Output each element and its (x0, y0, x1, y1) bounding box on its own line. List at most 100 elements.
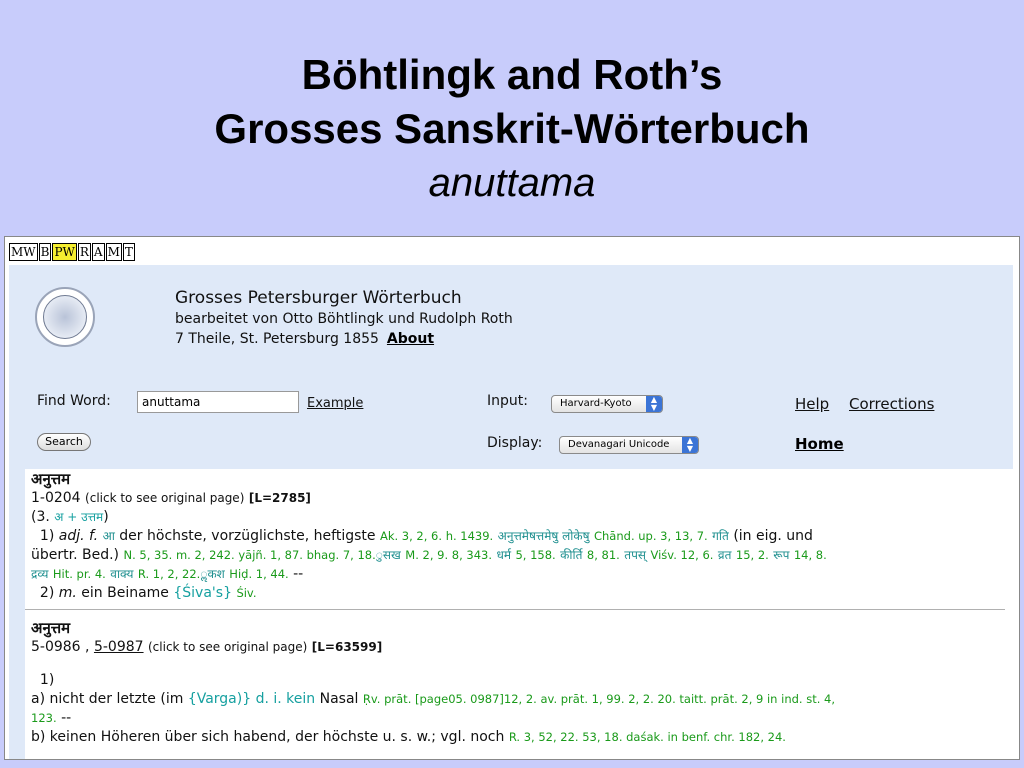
help-link[interactable]: Help (795, 395, 829, 413)
citation: Chānd. up. 3, 13, 7. (593, 529, 708, 543)
comma: , (85, 639, 90, 655)
cross-ref: {Varga)} (187, 691, 252, 707)
deva-text: ुसख (375, 548, 401, 562)
dictionary-tabs: MW B PW R A M T (9, 243, 136, 261)
select-arrows-icon: ▲ ▼ (646, 396, 662, 412)
entry-etymology: (3. अ + उत्तम) (31, 508, 1013, 527)
citation: R. 1, 2, 22. (137, 567, 201, 581)
citation: Ṛv. prāt. [page05. 0987]12, 2. av. prāt.… (362, 692, 836, 706)
input-method-select[interactable]: Harvard-Kyoto ▲ ▼ (551, 395, 663, 413)
seal-inner (43, 295, 87, 339)
definition: der höchste, vorzüglichste, heftigste (119, 528, 376, 544)
dictionary-panel: Grosses Petersburger Wörterbuch bearbeit… (9, 265, 1013, 759)
dict-tab-b[interactable]: B (38, 243, 52, 261)
university-seal-logo (35, 287, 95, 347)
deva-text: आ (102, 529, 115, 543)
slide-title-line3: anuttama (428, 161, 596, 205)
sense-1: 1) (31, 671, 1013, 690)
citation: M. 2, 9. 8, 343. (405, 548, 492, 562)
deva-text: रूप (773, 548, 790, 562)
cross-ref-text: d. i. kein (255, 691, 316, 707)
citation: 8, 81. (586, 548, 620, 562)
original-page-note[interactable]: (click to see original page) (148, 640, 307, 654)
citation: 5, 158. (515, 548, 556, 562)
definition: Nasal (319, 691, 359, 707)
deva-text: ॢकश (200, 567, 225, 581)
find-word-label: Find Word: (37, 393, 111, 409)
citation: Hiḍ. 1, 44. (229, 567, 289, 581)
dash: -- (293, 566, 304, 582)
entry-id-link[interactable]: 5-0987 (94, 639, 144, 655)
entry-id: 1-0204 (31, 490, 81, 506)
deva-text: धर्म (496, 548, 512, 562)
definition: b) keinen Höheren über sich habend, der … (31, 729, 505, 745)
display-select[interactable]: Devanagari Unicode ▲ ▼ (559, 436, 699, 454)
citation: Śiv. (236, 586, 257, 600)
sense-b: b) keinen Höheren über sich habend, der … (31, 728, 1013, 747)
dictionary-title: Grosses Petersburger Wörterbuch (175, 288, 462, 308)
sense-a: a) nicht der letzte (im {Varga)} d. i. k… (31, 690, 1013, 709)
select-arrows-icon: ▲ ▼ (682, 437, 698, 453)
deva-text: अनुत्तमेषत्तमेषु लोकेषु (497, 529, 590, 543)
deva-text: तपस् (624, 548, 647, 562)
search-button[interactable]: Search (37, 433, 91, 451)
dict-tab-m[interactable]: M (105, 243, 122, 261)
slide-title-line1: Böhtlingk and Roth’s (301, 51, 723, 98)
citation: 14, 8. (793, 548, 827, 562)
home-link[interactable]: Home (795, 435, 844, 453)
dictionary-subtitle: bearbeitet von Otto Böhtlingk und Rudolp… (175, 311, 513, 327)
citation: N. 5, 35. m. 2, 242. yājñ. 1, 87. bhag. … (123, 548, 376, 562)
entry-lnum: [L=63599] (311, 640, 383, 654)
cross-ref: {Śiva's} (173, 585, 232, 601)
citation: R. 3, 52, 22. 53, 18. daśak. in benf. ch… (508, 730, 786, 744)
grammar: m. (58, 585, 77, 601)
results-area: अनुत्तम 1-0204 (click to see original pa… (25, 469, 1013, 759)
example-link[interactable]: Example (307, 396, 363, 411)
publication-text: 7 Theile, St. Petersburg 1855 (175, 331, 379, 347)
input-label: Input: (487, 393, 528, 409)
sense-1-line2: übertr. Bed.) N. 5, 35. m. 2, 242. yājñ.… (31, 546, 1013, 565)
dict-tab-r[interactable]: R (77, 243, 91, 261)
dict-tab-pw[interactable]: PW (52, 243, 77, 261)
entry-separator (25, 609, 1005, 610)
entry-2: अनुत्तम 5-0986 , 5-0987 (click to see or… (25, 618, 1013, 747)
etym-close: ) (103, 509, 109, 525)
display-value: Devanagari Unicode (568, 439, 670, 450)
sense-number: 1) (39, 528, 55, 544)
deva-text: गति (712, 529, 729, 543)
deva-text: वाक्य (110, 567, 134, 581)
about-link[interactable]: About (387, 331, 434, 347)
definition: ein Beiname (81, 585, 169, 601)
dict-tab-mw[interactable]: MW (9, 243, 38, 261)
entry-meta: 5-0986 , 5-0987 (click to see original p… (31, 638, 1013, 657)
grammar: adj. f. (58, 528, 99, 544)
dict-tab-a[interactable]: A (91, 243, 105, 261)
deva-text: व्रत (717, 548, 732, 562)
citation: Ak. 3, 2, 6. h. 1439. (379, 529, 494, 543)
sense-1-line3: द्रव्य Hit. pr. 4. वाक्य R. 1, 2, 22.ॢकश… (31, 565, 1013, 584)
sense-a-cont: 123. -- (31, 709, 1013, 728)
entry-id: 5-0986 (31, 639, 81, 655)
display-label: Display: (487, 435, 543, 451)
citation: 15, 2. (735, 548, 769, 562)
dictionary-publication: 7 Theile, St. Petersburg 1855 About (175, 329, 513, 349)
entry-headword: अनुत्तम (31, 619, 71, 637)
entry-lnum: [L=2785] (248, 491, 311, 505)
citation: Viśv. 12, 6. (650, 548, 714, 562)
slide-title-line2: Grosses Sanskrit-Wörterbuch (214, 105, 810, 152)
citation: 123. (31, 711, 57, 725)
definition: übertr. Bed.) (31, 547, 120, 563)
sense-1-line1: 1) adj. f. आ der höchste, vorzüglichste,… (31, 527, 1013, 546)
original-page-note[interactable]: (click to see original page) (85, 491, 244, 505)
sense-number: 1) (39, 672, 55, 688)
deva-text: कीर्ति (560, 548, 583, 562)
deva-text: द्रव्य (31, 567, 49, 581)
entry-1: अनुत्तम 1-0204 (click to see original pa… (25, 469, 1013, 603)
citation: Hit. pr. 4. (52, 567, 106, 581)
dict-tab-t[interactable]: T (122, 243, 135, 261)
find-word-input[interactable]: anuttama (137, 391, 299, 413)
definition: (in eig. und (733, 528, 813, 544)
corrections-link[interactable]: Corrections (849, 395, 934, 413)
dictionary-header: Grosses Petersburger Wörterbuch bearbeit… (175, 287, 513, 349)
